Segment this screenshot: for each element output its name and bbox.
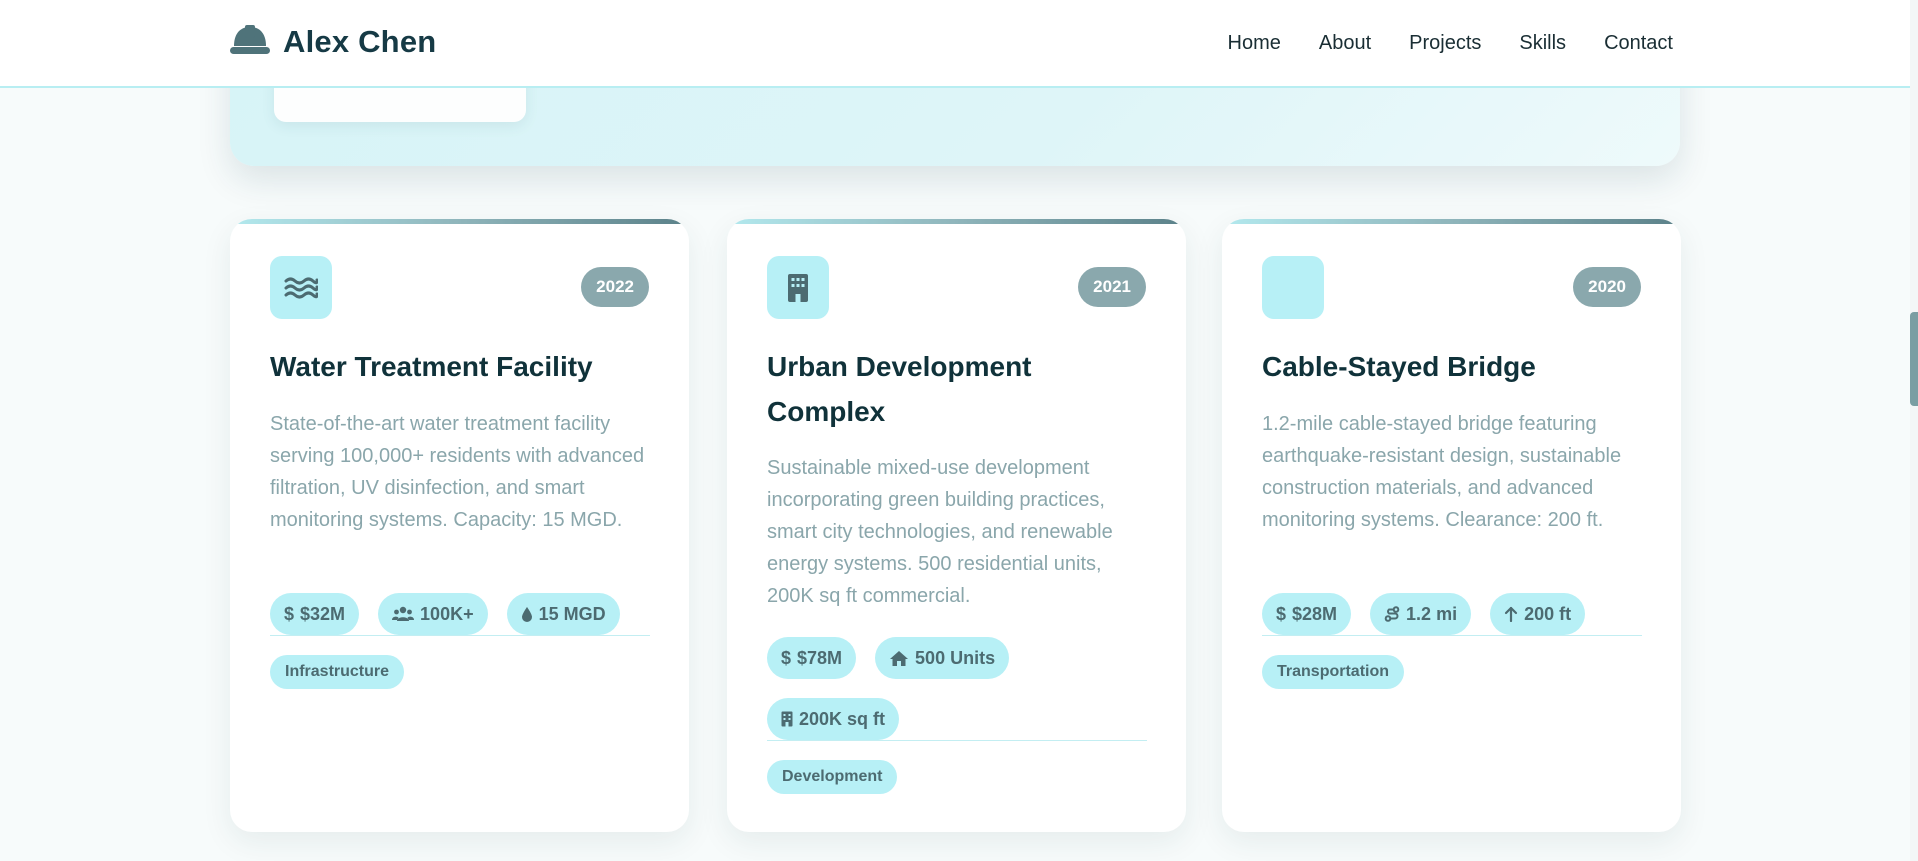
card-accent-bar (727, 219, 1186, 224)
card-divider (767, 740, 1147, 741)
route-icon (1384, 606, 1400, 622)
project-tag[interactable]: Infrastructure (270, 655, 405, 689)
site-header: Alex Chen Home About Projects Skills Con… (0, 0, 1910, 88)
stat-length: 1.2 mi (1370, 593, 1472, 635)
project-stats: $ $28M 1.2 mi 200 ft (1262, 593, 1642, 635)
brand[interactable]: Alex Chen (229, 24, 436, 60)
card-divider (270, 635, 650, 636)
project-tag[interactable]: Development (767, 760, 898, 794)
project-title: Urban Development Complex (767, 351, 1032, 427)
stat-budget: $ $28M (1262, 593, 1352, 635)
page-scrollbar[interactable] (1910, 0, 1918, 861)
year-badge: 2022 (581, 267, 649, 307)
project-description: State-of-the-art water treatment facilit… (270, 413, 645, 531)
project-description: 1.2-mile cable-stayed bridge featuring e… (1262, 413, 1622, 531)
stat-clearance: 200 ft (1490, 593, 1586, 635)
stat-budget: $ $78M (767, 637, 857, 679)
dollar-icon: $ (781, 647, 792, 668)
project-card-water-treatment[interactable]: 2022 Water Treatment Facility State-of-t… (230, 219, 689, 832)
project-stats: $ $78M 500 Units 200K sq ft (767, 637, 1147, 740)
project-stats: $ $32M 100K+ 15 MGD (270, 593, 650, 635)
nav-link-contact[interactable]: Contact (1604, 32, 1673, 55)
card-accent-bar (230, 219, 689, 224)
project-card-urban-development[interactable]: 2021 Urban Development Complex Sustainab… (727, 219, 1186, 832)
nav-link-about[interactable]: About (1319, 32, 1371, 55)
dollar-icon: $ (1276, 603, 1287, 624)
stat-residents: 100K+ (378, 593, 488, 635)
year-badge: 2020 (1573, 267, 1641, 307)
card-accent-bar (1222, 219, 1681, 224)
brand-name: Alex Chen (283, 24, 437, 59)
project-icon-tile (270, 256, 332, 319)
card-divider (1262, 635, 1642, 636)
main-nav: Home About Projects Skills Contact (1228, 32, 1673, 55)
stat-capacity: 15 MGD (506, 593, 620, 635)
stat-value: $32M (300, 603, 346, 624)
water-waves-icon (284, 277, 318, 298)
page: Alex Chen Home About Projects Skills Con… (0, 0, 1918, 861)
stat-value: 500 Units (915, 647, 996, 668)
dollar-icon: $ (284, 603, 295, 624)
project-tag[interactable]: Transportation (1262, 655, 1405, 689)
nav-link-home[interactable]: Home (1228, 32, 1281, 55)
stat-value: $28M (1292, 603, 1338, 624)
water-drop-icon (521, 606, 532, 622)
arrow-up-icon (1504, 606, 1518, 622)
building-icon (781, 711, 793, 727)
nav-link-projects[interactable]: Projects (1409, 32, 1481, 55)
stat-value: 15 MGD (538, 603, 606, 624)
stat-value: 200K sq ft (799, 708, 886, 729)
stat-area: 200K sq ft (767, 698, 900, 740)
hard-hat-icon (230, 25, 270, 54)
home-icon (890, 650, 909, 666)
users-icon (392, 606, 415, 621)
scrollbar-thumb[interactable] (1910, 312, 1918, 406)
stat-units: 500 Units (875, 637, 1010, 679)
stat-value: 1.2 mi (1406, 603, 1458, 624)
project-icon-tile (767, 256, 829, 319)
bridge-icon (1262, 256, 1324, 319)
stat-budget: $ $32M (270, 593, 360, 635)
stat-value: 200 ft (1524, 603, 1572, 624)
project-description: Sustainable mixed-use development incorp… (767, 457, 1113, 607)
year-badge: 2021 (1078, 267, 1146, 307)
nav-link-skills[interactable]: Skills (1519, 32, 1566, 55)
stat-value: $78M (797, 647, 843, 668)
stat-value: 100K+ (420, 603, 474, 624)
project-title: Cable-Stayed Bridge (1262, 351, 1536, 382)
project-card-cable-stayed-bridge[interactable]: 2020 Cable-Stayed Bridge 1.2-mile cable-… (1222, 219, 1681, 832)
building-icon (788, 273, 808, 302)
project-title: Water Treatment Facility (270, 351, 593, 382)
